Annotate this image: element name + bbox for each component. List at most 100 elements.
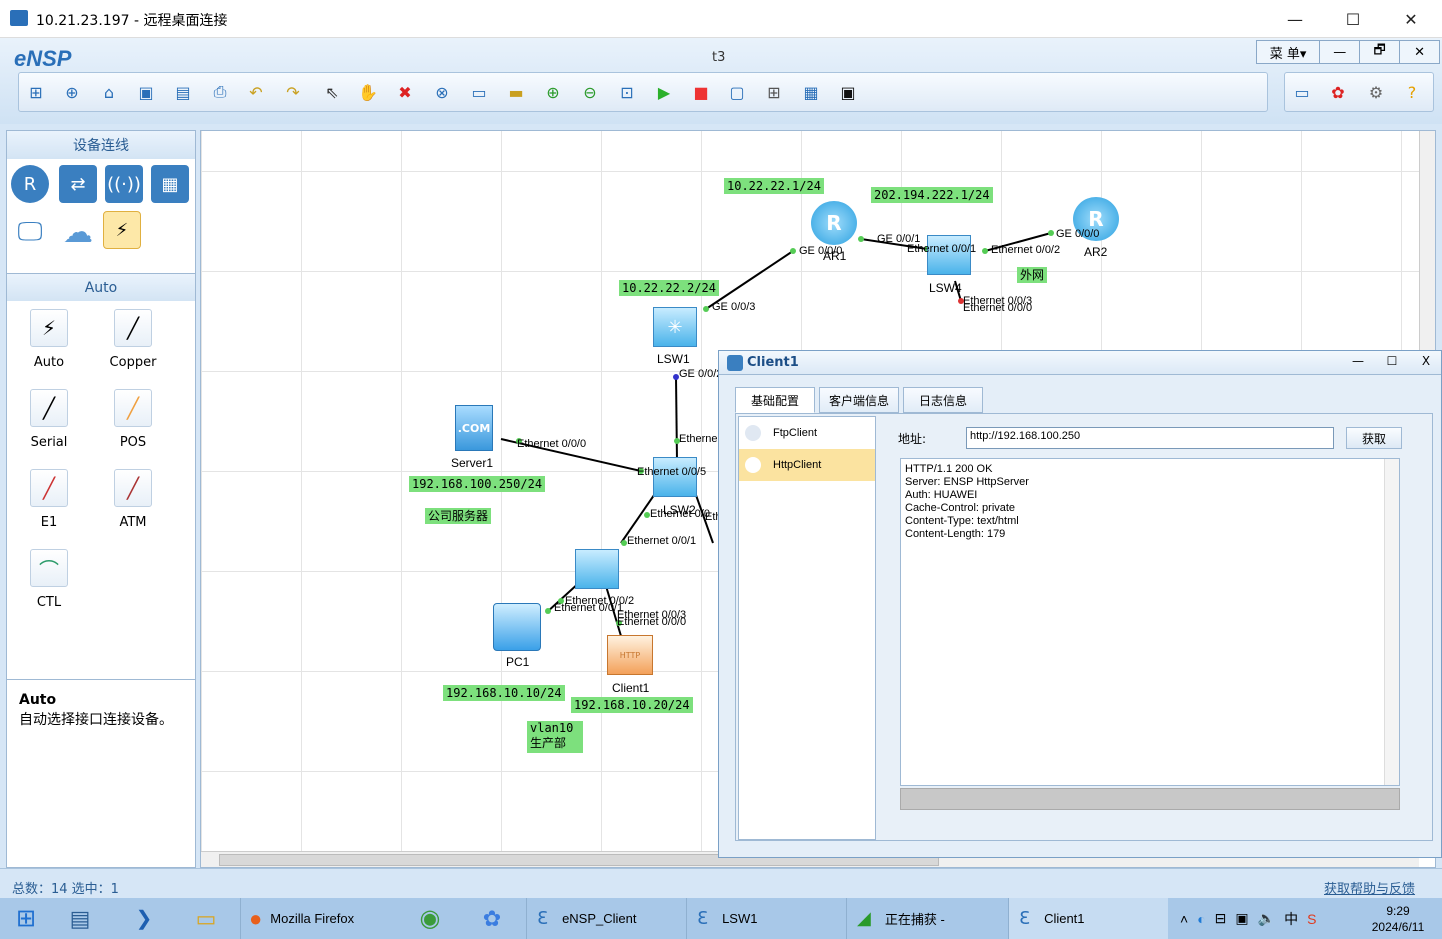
- print-icon[interactable]: ⎙: [207, 79, 233, 105]
- save-as-icon[interactable]: ▤: [170, 79, 196, 105]
- minimize-button[interactable]: —: [1266, 0, 1324, 38]
- app-icon[interactable]: ✿: [464, 898, 520, 939]
- forum-icon[interactable]: ▭: [1289, 79, 1315, 105]
- list-item-httpclient[interactable]: HttpClient: [739, 449, 875, 481]
- menu-button[interactable]: 菜 单▾: [1257, 41, 1321, 63]
- powershell-icon[interactable]: ❯: [120, 898, 168, 939]
- cable-atm[interactable]: ╱ ATM: [93, 469, 173, 530]
- start-icon[interactable]: ▶: [651, 79, 677, 105]
- client-maximize-button[interactable]: ☐: [1377, 354, 1407, 368]
- pc-icon[interactable]: [493, 603, 541, 651]
- settings-icon[interactable]: ⚙: [1363, 79, 1389, 105]
- palette-icon[interactable]: ▬: [503, 79, 529, 105]
- cable-category-icon[interactable]: ⚡: [103, 211, 141, 249]
- undo-icon[interactable]: ↶: [243, 79, 269, 105]
- cloud-category-icon[interactable]: ☁: [59, 213, 97, 251]
- cable-e1[interactable]: ╱ E1: [9, 469, 89, 530]
- clock-time: 9:29: [1386, 903, 1410, 918]
- switch-lsw4-icon[interactable]: [927, 235, 971, 275]
- taskbar-lsw1[interactable]: ℇ LSW1: [686, 898, 842, 939]
- text-icon[interactable]: ▭: [466, 79, 492, 105]
- cable-pos[interactable]: ╱ POS: [93, 389, 173, 450]
- switch-category-icon[interactable]: ⇄: [59, 165, 97, 203]
- delete-link-icon[interactable]: ⊗: [429, 79, 455, 105]
- fit-icon[interactable]: ⊡: [614, 79, 640, 105]
- topology-icon[interactable]: ⊞: [761, 79, 787, 105]
- monitor-icon[interactable]: ▣: [1235, 910, 1248, 927]
- ip-label: 192.168.100.250/24: [409, 476, 546, 492]
- taskbar-firefox[interactable]: ● Mozilla Firefox: [240, 898, 396, 939]
- edge-icon[interactable]: ◐: [1197, 911, 1205, 927]
- clock[interactable]: 9:29 2024/6/11: [1360, 898, 1436, 939]
- address-input[interactable]: http://192.168.100.250: [966, 427, 1334, 449]
- ensp-close-button[interactable]: ✕: [1400, 41, 1439, 63]
- cable-serial[interactable]: ╱ Serial: [9, 389, 89, 450]
- taskbar-wireshark[interactable]: ◢ 正在捕获 -: [846, 898, 1004, 939]
- volume-icon[interactable]: 🔈: [1258, 910, 1275, 927]
- response-line: Content-Length: 179: [905, 528, 1006, 540]
- help-icon[interactable]: ?: [1399, 79, 1425, 105]
- network-icon[interactable]: ⊟: [1215, 910, 1227, 927]
- client-minimize-button[interactable]: —: [1343, 354, 1373, 368]
- save-icon[interactable]: ▣: [133, 79, 159, 105]
- huawei-icon[interactable]: ✿: [1325, 79, 1351, 105]
- ensp-minimize-button[interactable]: —: [1320, 41, 1361, 63]
- firewall-category-icon[interactable]: ▦: [151, 165, 189, 203]
- cable-copper[interactable]: ╱ Copper: [93, 309, 173, 370]
- close-button[interactable]: ✕: [1382, 0, 1440, 38]
- hand-icon[interactable]: ✋: [355, 79, 381, 105]
- new-example-icon[interactable]: ⊕: [59, 79, 85, 105]
- ensp-logo: eNSP: [14, 46, 72, 71]
- auto-cable-icon: ⚡: [30, 309, 68, 347]
- fetch-button[interactable]: 获取: [1346, 427, 1402, 449]
- firefox-icon: ●: [249, 905, 263, 931]
- grid-icon[interactable]: ▦: [798, 79, 824, 105]
- server-manager-icon[interactable]: ▤: [56, 898, 104, 939]
- delete-icon[interactable]: ✖: [392, 79, 418, 105]
- cli-icon[interactable]: ▣: [835, 79, 861, 105]
- ensp-icon: ℇ: [537, 908, 549, 928]
- zoom-out-icon[interactable]: ⊖: [577, 79, 603, 105]
- wlan-category-icon[interactable]: ((·)): [105, 165, 143, 203]
- devices-header: 设备连线: [7, 131, 195, 159]
- capture-icon[interactable]: ▢: [724, 79, 750, 105]
- taskbar-ensp-client[interactable]: ℇeNSP_Client: [526, 898, 682, 939]
- response-textarea[interactable]: HTTP/1.1 200 OK Server: ENSP HttpServer …: [900, 458, 1400, 786]
- router-category-icon[interactable]: R: [11, 165, 49, 203]
- list-item-ftpclient[interactable]: FtpClient: [739, 417, 875, 449]
- port-label: Ethernet 0/0/1: [907, 243, 977, 255]
- ensp-icon: ℇ: [1019, 908, 1031, 928]
- maximize-button[interactable]: ☐: [1324, 0, 1382, 38]
- router-ar1-icon[interactable]: R: [811, 201, 857, 245]
- taskbar-client1[interactable]: ℇ Client1: [1008, 898, 1168, 939]
- redo-icon[interactable]: ↷: [280, 79, 306, 105]
- ensp-restore-button[interactable]: 🗗: [1360, 41, 1401, 63]
- zoom-in-icon[interactable]: ⊕: [540, 79, 566, 105]
- switch-lsw1-icon[interactable]: ✳: [653, 307, 697, 347]
- select-icon[interactable]: ⇖: [319, 79, 345, 105]
- start-icon[interactable]: ⊞: [0, 898, 52, 939]
- sogou-icon[interactable]: S: [1307, 911, 1316, 927]
- server-icon[interactable]: .COM: [455, 405, 493, 451]
- chrome-icon[interactable]: ◉: [400, 898, 460, 939]
- response-scrollbar[interactable]: [1384, 459, 1399, 785]
- pc-category-icon[interactable]: 🖵: [11, 213, 49, 251]
- chevron-up-icon[interactable]: ˄: [1180, 911, 1188, 927]
- stop-icon[interactable]: ■: [688, 79, 714, 105]
- switch-lsw3-icon[interactable]: [575, 549, 619, 589]
- open-icon[interactable]: ⌂: [96, 79, 122, 105]
- taskbar-label: LSW1: [722, 911, 758, 926]
- cable-label: POS: [119, 435, 147, 450]
- file-explorer-icon[interactable]: ▭: [180, 898, 232, 939]
- tab-client-info[interactable]: 客户端信息: [819, 387, 899, 413]
- tab-log-info[interactable]: 日志信息: [903, 387, 983, 413]
- ime-indicator[interactable]: 中: [1284, 909, 1298, 929]
- tab-basic-config[interactable]: 基础配置: [735, 387, 815, 413]
- port-label: GE 0/0/3: [712, 301, 756, 313]
- client-close-button[interactable]: X: [1411, 354, 1441, 368]
- cable-ctl[interactable]: ⌒ CTL: [9, 549, 89, 610]
- help-feedback-link[interactable]: 获取帮助与反馈: [1324, 878, 1415, 897]
- http-client-icon[interactable]: HTTP: [607, 635, 653, 675]
- new-topology-icon[interactable]: ⊞: [23, 79, 49, 105]
- cable-auto[interactable]: ⚡ Auto: [9, 309, 89, 370]
